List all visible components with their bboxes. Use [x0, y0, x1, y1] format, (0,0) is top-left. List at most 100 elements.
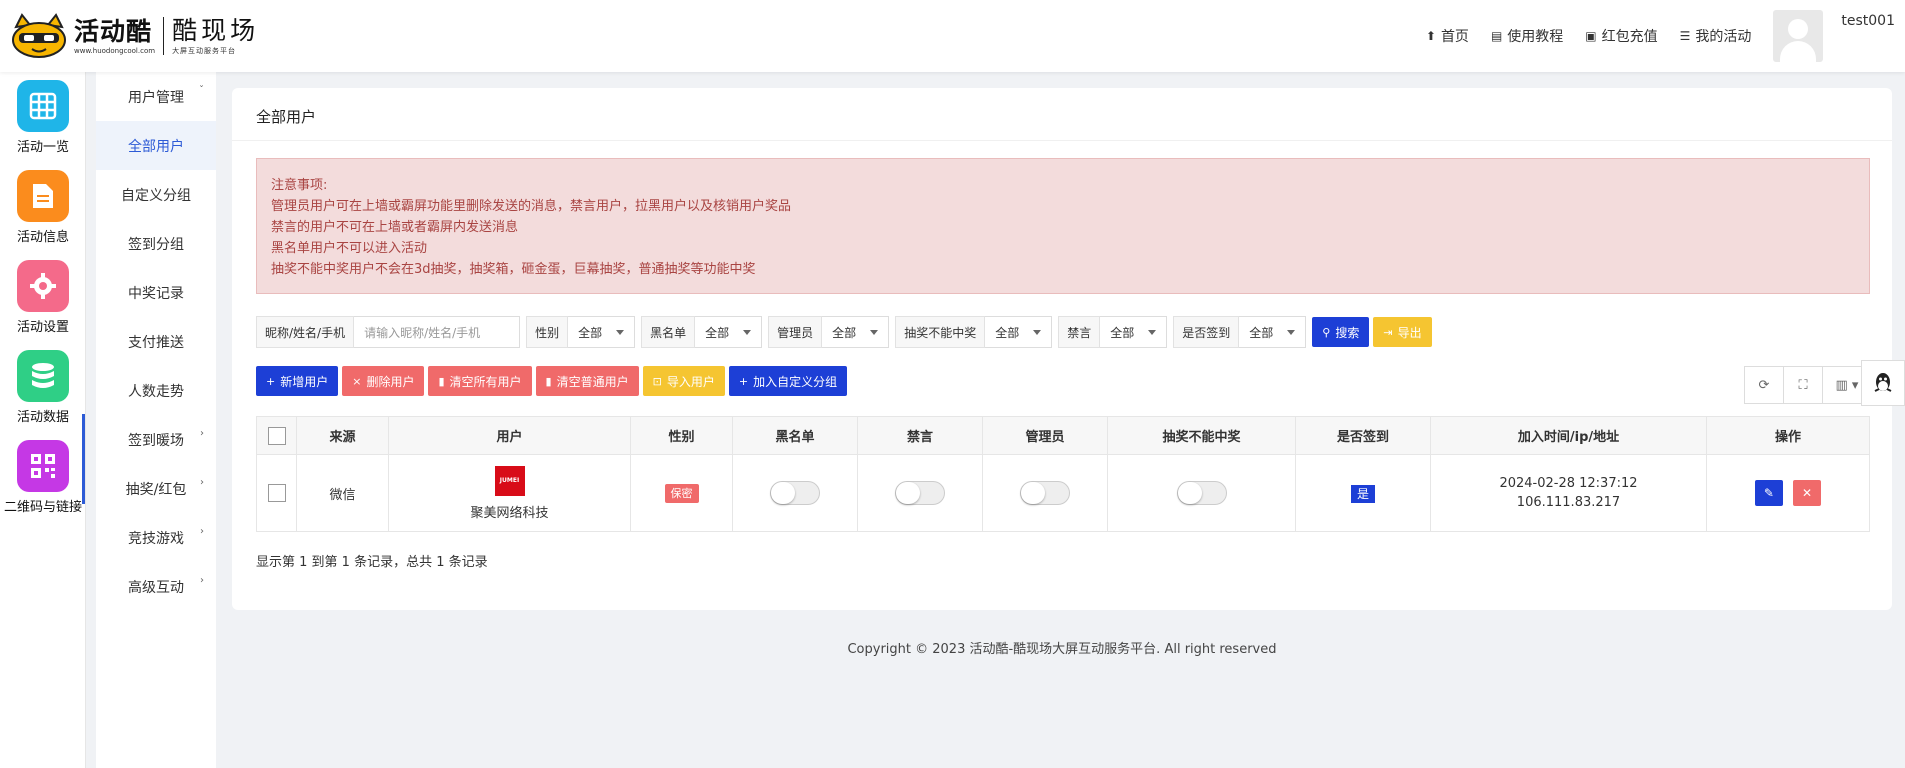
active-indicator — [82, 414, 85, 504]
search-icon: ⚲ — [1322, 325, 1331, 339]
filter-bar: 昵称/姓名/手机 请输入昵称/姓名/手机 性别 全部 黑名单 全部 管理员 全部… — [256, 316, 1436, 348]
admin-toggle[interactable] — [1020, 481, 1070, 505]
table-row: 微信 JUMEI 聚美网络科技 保密 是 2024-02-28 12:37:12… — [256, 454, 1870, 532]
sidebar-item-activity-settings[interactable]: 活动设置 — [0, 260, 86, 350]
nav-home[interactable]: ⬆ 首页 — [1426, 26, 1469, 46]
document-icon — [17, 170, 69, 222]
select-all-checkbox[interactable] — [267, 426, 286, 445]
col-gender: 性别 — [630, 416, 733, 455]
gender-badge: 保密 — [664, 484, 699, 503]
nav-my-activities[interactable]: ☰ 我的活动 — [1680, 26, 1752, 46]
edit-icon[interactable]: ✎ — [1754, 480, 1783, 506]
submenu-custom-groups[interactable]: 自定义分组 — [96, 170, 216, 219]
clear-all-users-button[interactable]: ▮ 清空所有用户 — [428, 366, 532, 396]
col-user: 用户 — [388, 416, 631, 455]
gender-filter-label: 性别 — [526, 316, 569, 348]
delete-icon[interactable]: ✕ — [1793, 480, 1822, 506]
delete-user-button[interactable]: × 删除用户 — [342, 366, 425, 396]
users-table: 来源 用户 性别 黑名单 禁言 管理员 抽奖不能中奖 是否签到 加入时间/ip/… — [256, 416, 1870, 532]
grid-icon — [17, 80, 69, 132]
sidebar-item-activity-data[interactable]: 活动数据 — [0, 350, 86, 440]
nav-tutorial[interactable]: ▤ 使用教程 — [1491, 26, 1563, 46]
signin-select[interactable]: 全部 — [1239, 316, 1307, 348]
blacklist-select[interactable]: 全部 — [695, 316, 763, 348]
submenu-games[interactable]: 竞技游戏 › — [96, 513, 216, 562]
export-icon: ⇥ — [1383, 325, 1393, 339]
caret-down-icon — [1287, 329, 1296, 335]
sidebar-item-activity-overview[interactable]: 活动一览 — [0, 80, 86, 170]
page-title: 全部用户 — [256, 108, 317, 126]
gear-icon — [17, 260, 69, 312]
blacklist-filter-label: 黑名单 — [641, 316, 696, 348]
submenu-payment-push[interactable]: 支付推送 — [96, 317, 216, 366]
caret-down-icon — [1033, 329, 1042, 335]
mute-select[interactable]: 全部 — [1100, 316, 1168, 348]
user-name: 聚美网络科技 — [470, 505, 549, 521]
col-admin: 管理员 — [982, 416, 1108, 455]
search-button[interactable]: ⚲ 搜索 — [1312, 317, 1370, 347]
col-nowin: 抽奖不能中奖 — [1107, 416, 1296, 455]
add-user-button[interactable]: + 新增用户 — [256, 366, 339, 396]
chevron-right-icon: › — [200, 477, 204, 488]
import-users-button[interactable]: ⊡ 导入用户 — [642, 366, 725, 396]
submenu-lottery[interactable]: 抽奖/红包 › — [96, 464, 216, 513]
notice-line: 抽奖不能中奖用户不会在3d抽奖，抽奖箱，砸金蛋，巨幕抽奖，普通抽奖等功能中奖 — [271, 262, 756, 277]
submenu-signin-warmup[interactable]: 签到暖场 › — [96, 415, 216, 464]
submenu-advanced[interactable]: 高级互动 › — [96, 562, 216, 611]
sidebar-item-qrcode[interactable]: 二维码与链接 — [0, 440, 86, 530]
table-tools: ⟳ ⛶ ▥ ▾ — [1744, 366, 1872, 404]
nowin-select[interactable]: 全部 — [985, 316, 1053, 348]
export-button[interactable]: ⇥ 导出 — [1373, 317, 1432, 347]
trash-icon: ▮ — [438, 374, 445, 388]
plus-icon: + — [738, 374, 749, 388]
logo[interactable]: 活动酷 www.huodongcool.com 酷现场 大屏互动服务平台 — [10, 0, 259, 72]
col-actions: 操作 — [1706, 416, 1870, 455]
mute-toggle[interactable] — [895, 481, 945, 505]
submenu-user-management[interactable]: 用户管理 ˇ — [96, 72, 216, 121]
mute-filter-label: 禁言 — [1058, 316, 1101, 348]
notice-line: 注意事项: — [271, 178, 328, 193]
add-to-group-button[interactable]: + 加入自定义分组 — [728, 366, 848, 396]
clear-normal-users-button[interactable]: ▮ 清空普通用户 — [535, 366, 639, 396]
top-header: 活动酷 www.huodongcool.com 酷现场 大屏互动服务平台 ⬆ 首页… — [0, 0, 1905, 72]
chevron-down-icon: ˇ — [199, 85, 204, 96]
sub-brand-slogan: 大屏互动服务平台 — [172, 46, 237, 55]
chevron-right-icon: › — [200, 428, 204, 439]
submenu-all-users[interactable]: 全部用户 — [96, 121, 216, 170]
join-time: 2024-02-28 12:37:12 — [1499, 476, 1638, 491]
blacklist-toggle[interactable] — [770, 481, 820, 505]
submenu-signin-groups[interactable]: 签到分组 — [96, 219, 216, 268]
gender-select[interactable]: 全部 — [568, 316, 636, 348]
sidebar-item-activity-info[interactable]: 活动信息 — [0, 170, 86, 260]
avatar[interactable] — [1773, 10, 1824, 62]
chevron-right-icon: › — [200, 575, 204, 586]
footer-copyright: Copyright © 2023 活动酷-酷现场大屏互动服务平台. All ri… — [847, 642, 1277, 657]
cell-user: JUMEI 聚美网络科技 — [388, 454, 631, 532]
signin-filter-label: 是否签到 — [1173, 316, 1240, 348]
submenu-prize-records[interactable]: 中奖记录 — [96, 268, 216, 317]
refresh-icon[interactable]: ⟳ — [1744, 366, 1784, 404]
qq-chat-icon[interactable] — [1861, 360, 1905, 406]
user-avatar: JUMEI — [494, 465, 525, 496]
select-all-cell[interactable] — [256, 416, 297, 455]
fullscreen-icon[interactable]: ⛶ — [1783, 366, 1823, 404]
sub-brand-name: 酷现场 — [172, 15, 260, 45]
notice-box: 注意事项: 管理员用户可在上墙或霸屏功能里删除发送的消息，禁言用户，拉黑用户以及… — [256, 158, 1870, 294]
cell-source: 微信 — [296, 454, 389, 532]
qrcode-icon — [17, 440, 69, 492]
cell-join-time: 2024-02-28 12:37:12 106.111.83.217 — [1430, 454, 1707, 532]
nav-recharge[interactable]: ▣ 红包充值 — [1585, 26, 1657, 46]
col-muted: 禁言 — [857, 416, 983, 455]
notice-line: 禁言的用户不可在上墙或者霸屏内发送消息 — [271, 220, 519, 235]
chevron-right-icon: › — [200, 526, 204, 537]
row-checkbox[interactable] — [267, 484, 286, 502]
username[interactable]: test001 — [1841, 13, 1895, 29]
nowin-toggle[interactable] — [1176, 481, 1227, 505]
close-icon: × — [352, 374, 362, 388]
sub-menu: 用户管理 ˇ 全部用户 自定义分组 签到分组 中奖记录 支付推送 人数走势 签到暖… — [96, 72, 216, 768]
col-source: 来源 — [296, 416, 389, 455]
admin-select[interactable]: 全部 — [822, 316, 890, 348]
submenu-user-trend[interactable]: 人数走势 — [96, 366, 216, 415]
name-search-input[interactable]: 请输入昵称/姓名/手机 — [354, 316, 521, 348]
join-ip: 106.111.83.217 — [1516, 495, 1621, 510]
